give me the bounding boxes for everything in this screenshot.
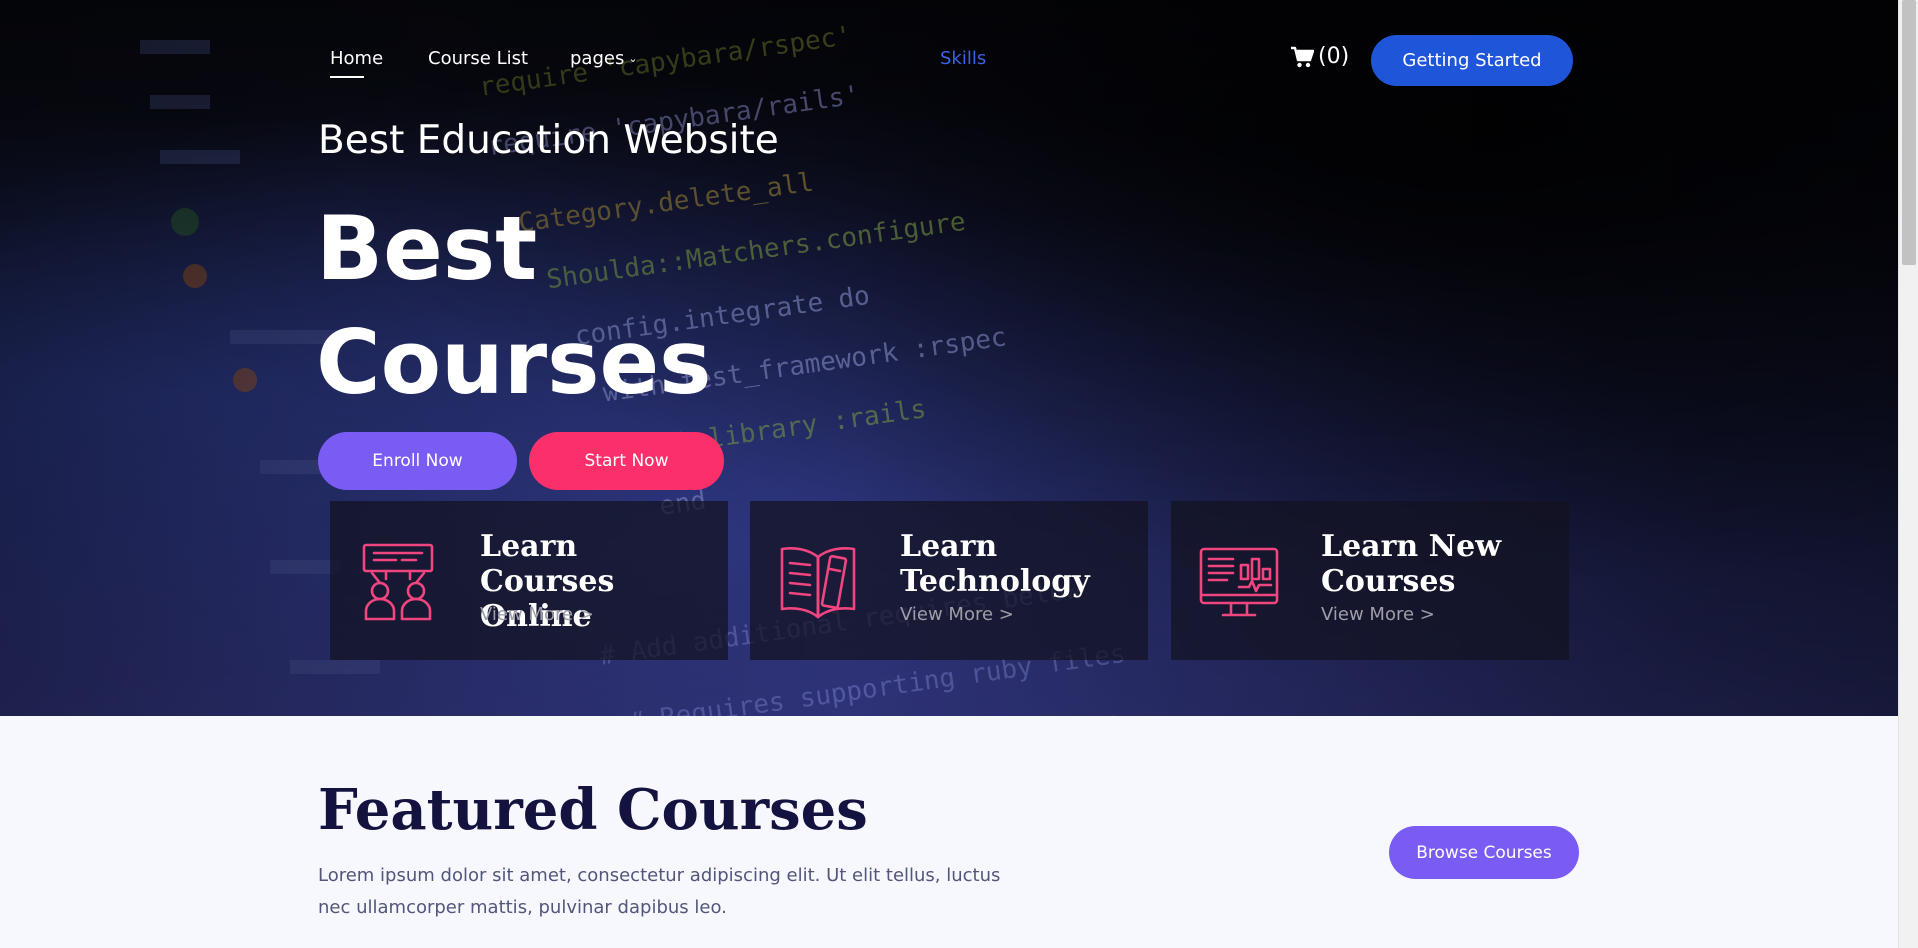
feature-title: Learn New Courses bbox=[1321, 529, 1502, 599]
featured-courses-heading: Featured Courses bbox=[318, 777, 868, 843]
cart-count: (0) bbox=[1318, 44, 1350, 69]
hero-title-line-2: Courses bbox=[316, 311, 712, 414]
nav-skills[interactable]: Skills bbox=[940, 48, 986, 69]
start-now-button[interactable]: Start Now bbox=[529, 432, 724, 490]
chevron-down-icon: ⌄ bbox=[628, 52, 638, 65]
getting-started-button[interactable]: Getting Started bbox=[1371, 35, 1573, 86]
view-more-link[interactable]: View More > bbox=[1321, 604, 1435, 625]
nav-home-active-indicator bbox=[330, 76, 364, 78]
feature-card-learn-new-courses[interactable]: Learn New Courses View More > bbox=[1171, 501, 1569, 660]
teacher-students-icon bbox=[362, 543, 434, 621]
cart-button[interactable]: (0) bbox=[1290, 44, 1349, 69]
enroll-now-button[interactable]: Enroll Now bbox=[318, 432, 517, 490]
featured-courses-description: Lorem ipsum dolor sit amet, consectetur … bbox=[318, 865, 1001, 918]
shopping-cart-icon bbox=[1291, 46, 1314, 67]
browse-courses-button[interactable]: Browse Courses bbox=[1389, 826, 1579, 879]
hero-subtitle: Best Education Website bbox=[318, 118, 779, 163]
nav-course-list[interactable]: Course List bbox=[428, 48, 528, 69]
feature-card-learn-technology[interactable]: Learn Technology View More > bbox=[750, 501, 1148, 660]
feature-card-learn-courses-online[interactable]: Learn Courses Online View More > bbox=[330, 501, 728, 660]
open-book-icon bbox=[780, 546, 856, 619]
hero-title-line-1: Best bbox=[316, 197, 538, 300]
view-more-link[interactable]: View More > bbox=[900, 604, 1014, 625]
scrollbar-thumb[interactable] bbox=[1902, 0, 1916, 265]
nav-pages-label: pages bbox=[570, 48, 625, 69]
monitor-analytics-icon bbox=[1199, 547, 1279, 617]
hero-title: Best Courses bbox=[316, 192, 876, 420]
page-scrollbar[interactable] bbox=[1898, 0, 1918, 948]
nav-home[interactable]: Home bbox=[330, 48, 383, 69]
feature-title: Learn Technology bbox=[900, 529, 1090, 599]
top-navigation: Home Course List pages ⌄ Skills (0) Getti… bbox=[0, 0, 1898, 120]
view-more-link[interactable]: View More > bbox=[480, 604, 594, 625]
nav-pages-dropdown[interactable]: pages ⌄ bbox=[570, 48, 638, 69]
